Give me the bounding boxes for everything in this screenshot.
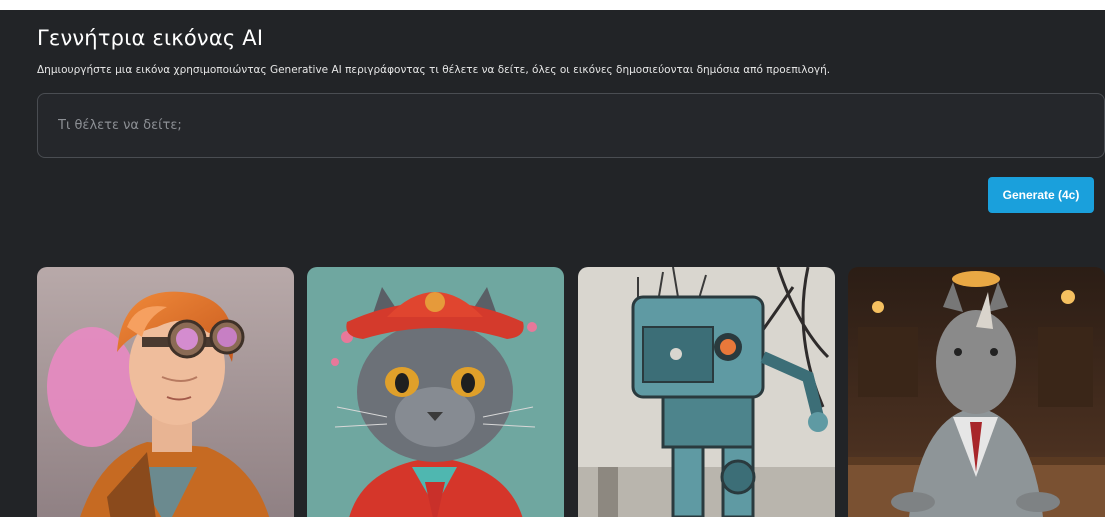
cat-image [307, 267, 564, 517]
app-window: Γεννήτρια εικόνας AI Δημιουργήστε μια ει… [0, 10, 1105, 517]
aviator-image [37, 267, 294, 517]
gallery-image-cat[interactable] [307, 267, 564, 517]
generate-button[interactable]: Generate (4c) [988, 177, 1094, 213]
robot-image [578, 267, 835, 517]
prompt-input[interactable] [37, 93, 1105, 158]
gallery-image-rhino[interactable] [848, 267, 1105, 517]
page-subtitle: Δημιουργήστε μια εικόνα χρησιμοποιώντας … [37, 64, 831, 76]
page-title: Γεννήτρια εικόνας AI [37, 26, 264, 50]
image-gallery [37, 267, 1105, 517]
gallery-image-robot[interactable] [578, 267, 835, 517]
gallery-image-aviator[interactable] [37, 267, 294, 517]
rhino-image [848, 267, 1105, 517]
